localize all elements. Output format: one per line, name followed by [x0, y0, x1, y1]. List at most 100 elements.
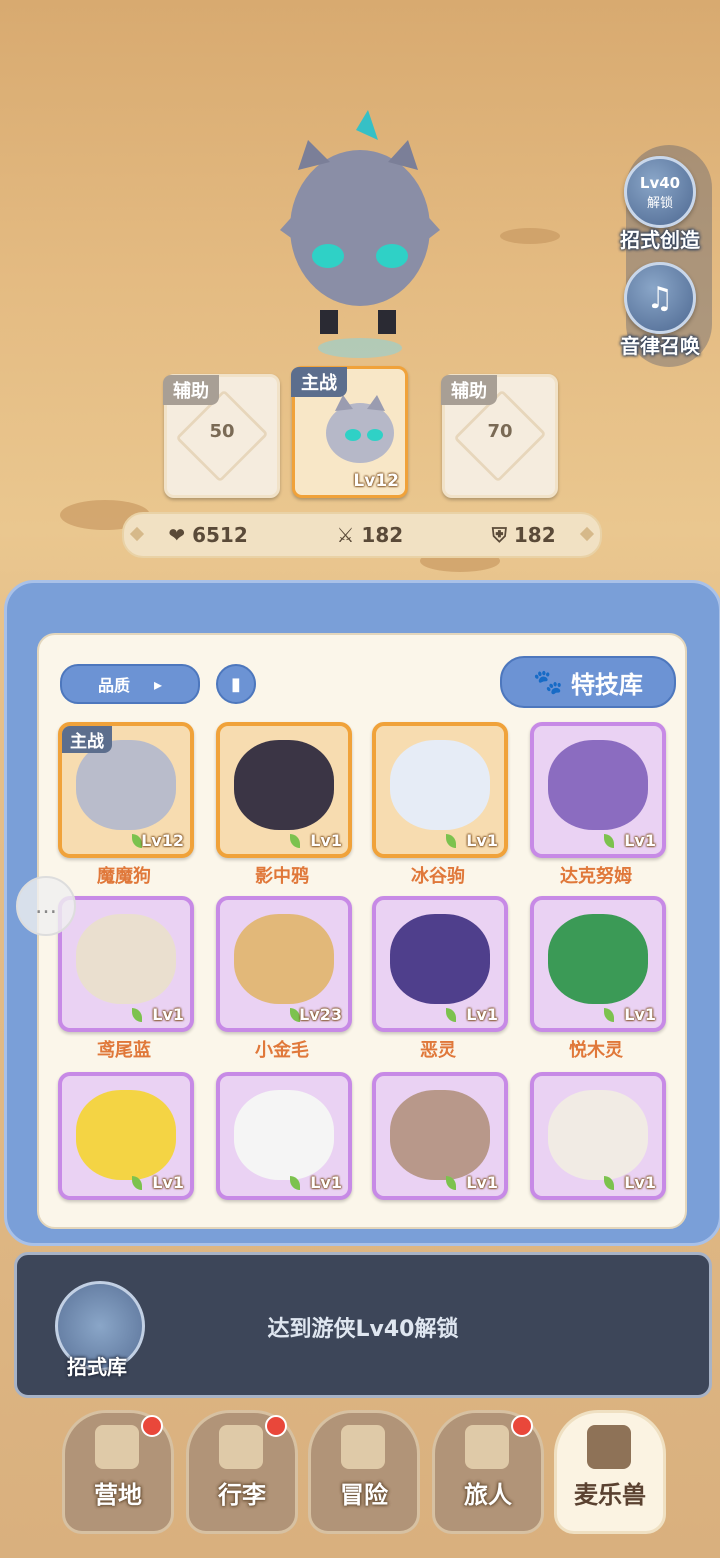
pet-level: Lv1 [152, 1005, 184, 1024]
pet-level: Lv12 [353, 471, 399, 491]
crossed-swords-icon: ⚔ [336, 523, 355, 547]
skill-create-button[interactable]: Lv40 解锁 招式创造 [614, 156, 706, 253]
pet-portrait [326, 395, 394, 463]
pet-name: 小金毛 [255, 1040, 309, 1061]
pet-portrait [548, 740, 648, 830]
sprout-icon [132, 1008, 142, 1022]
skill-library-label: 特技库 [570, 670, 643, 699]
sprout-icon [604, 1008, 614, 1022]
notification-dot [141, 1415, 163, 1437]
book-icon: ▮ [231, 673, 241, 695]
pet-name: 悦木灵 [569, 1040, 623, 1061]
notification-dot [265, 1415, 287, 1437]
support-slot-left[interactable]: 辅助 50 [163, 374, 280, 498]
quality-filter-button[interactable]: 品质 ▸ [60, 664, 200, 704]
fox-icon [587, 1425, 631, 1469]
pet-portrait [390, 914, 490, 1004]
skill-library-button[interactable]: 🐾 特技库 [500, 656, 676, 708]
support-slot-right[interactable]: 辅助 70 [441, 374, 558, 498]
pet-portrait [76, 740, 176, 830]
nav-traveler[interactable]: 旅人 [432, 1410, 544, 1534]
slot-tag: 主战 [291, 367, 347, 397]
nav-label: 冒险 [340, 1481, 388, 1509]
castle-icon [95, 1425, 139, 1469]
pet-level: Lv1 [466, 831, 498, 850]
sprout-icon [446, 834, 456, 848]
unlock-level-badge: Lv40 [639, 173, 681, 192]
pet-portrait [390, 740, 490, 830]
main-battle-tag: 主战 [62, 726, 112, 753]
shield-icon: ⛨ [491, 523, 507, 547]
music-summon-label: 音律召唤 [620, 334, 700, 358]
nav-label: 营地 [94, 1481, 142, 1509]
nav-luggage[interactable]: 行李 [186, 1410, 298, 1534]
sprout-icon [290, 834, 300, 848]
pet-name: 达克努姆 [560, 866, 632, 887]
pet-level: Lv1 [466, 1005, 498, 1024]
pet-card[interactable]: Lv1 [216, 722, 352, 858]
pet-card[interactable]: Lv1 [530, 896, 666, 1032]
pet-portrait [76, 914, 176, 1004]
crossed-swords-icon [341, 1425, 385, 1469]
desert-rock [500, 228, 560, 244]
heart-icon: ❤ [168, 523, 186, 547]
hp-stat: ❤ 6512 [168, 523, 247, 547]
filter-label: 品质 [97, 676, 130, 695]
lyre-icon: ♫ [624, 262, 696, 334]
chat-bubble-button[interactable]: … [16, 876, 76, 936]
pet-level: Lv1 [624, 1005, 656, 1024]
pet-level: Lv12 [141, 831, 184, 850]
pet-card[interactable]: Lv23 [216, 896, 352, 1032]
divider-diamond [129, 526, 145, 542]
pet-level: Lv1 [310, 831, 342, 850]
slot-tag: 辅助 [441, 375, 497, 405]
pet-level: Lv1 [310, 1173, 342, 1192]
chat-icon: … [35, 893, 57, 919]
pet-portrait [390, 1090, 490, 1180]
pet-card[interactable]: Lv1 [372, 896, 508, 1032]
unlock-text: 解锁 [646, 195, 673, 211]
nav-pets[interactable]: 麦乐兽 [554, 1410, 666, 1534]
defense-stat: ⛨ 182 [492, 523, 556, 547]
handbook-button[interactable]: ▮ [216, 664, 256, 704]
notification-dot [511, 1415, 533, 1437]
lock-icon: Lv40 解锁 [624, 156, 696, 228]
attack-stat: ⚔ 182 [337, 523, 404, 547]
slot-tag: 辅助 [163, 375, 219, 405]
pet-level: Lv1 [152, 1173, 184, 1192]
pet-card[interactable]: Lv1 [58, 896, 194, 1032]
sprout-icon [604, 834, 614, 848]
pet-card[interactable]: 主战 Lv12 [58, 722, 194, 858]
pet-card[interactable]: Lv1 [530, 1072, 666, 1200]
pet-card[interactable]: Lv1 [372, 1072, 508, 1200]
hp-value: 6512 [192, 523, 248, 547]
main-battle-slot[interactable]: 主战 Lv12 [291, 366, 408, 498]
skill-create-label: 招式创造 [620, 228, 700, 252]
nav-camp[interactable]: 营地 [62, 1410, 174, 1534]
music-summon-button[interactable]: ♫ 音律召唤 [614, 262, 706, 359]
pet-portrait [548, 1090, 648, 1180]
pet-card[interactable]: Lv1 [372, 722, 508, 858]
nav-label: 旅人 [464, 1481, 512, 1509]
paw-icon: 🐾 [533, 668, 563, 696]
traveler-icon [465, 1425, 509, 1469]
skill-library-lock-bar: 招式库 达到游侠Lv40解锁 [14, 1252, 712, 1398]
pet-portrait [234, 740, 334, 830]
sprout-icon [446, 1008, 456, 1022]
pet-card[interactable]: Lv1 [58, 1072, 194, 1200]
pet-name: 冰谷驹 [411, 866, 465, 887]
main-creature-model[interactable] [268, 110, 458, 370]
pet-name: 魔魔狗 [97, 866, 151, 887]
pet-level: Lv23 [299, 1005, 342, 1024]
pet-level: Lv1 [624, 831, 656, 850]
nav-adventure[interactable]: 冒险 [308, 1410, 420, 1534]
pet-level: Lv1 [624, 1173, 656, 1192]
nav-label: 麦乐兽 [574, 1481, 646, 1509]
luggage-icon [219, 1425, 263, 1469]
slot-unlock-level: 50 [209, 421, 235, 442]
attack-value: 182 [361, 523, 404, 547]
pet-card[interactable]: Lv1 [216, 1072, 352, 1200]
pet-card[interactable]: Lv1 [530, 722, 666, 858]
sort-arrow-icon: ▸ [153, 674, 163, 694]
slot-unlock-level: 70 [487, 421, 513, 442]
